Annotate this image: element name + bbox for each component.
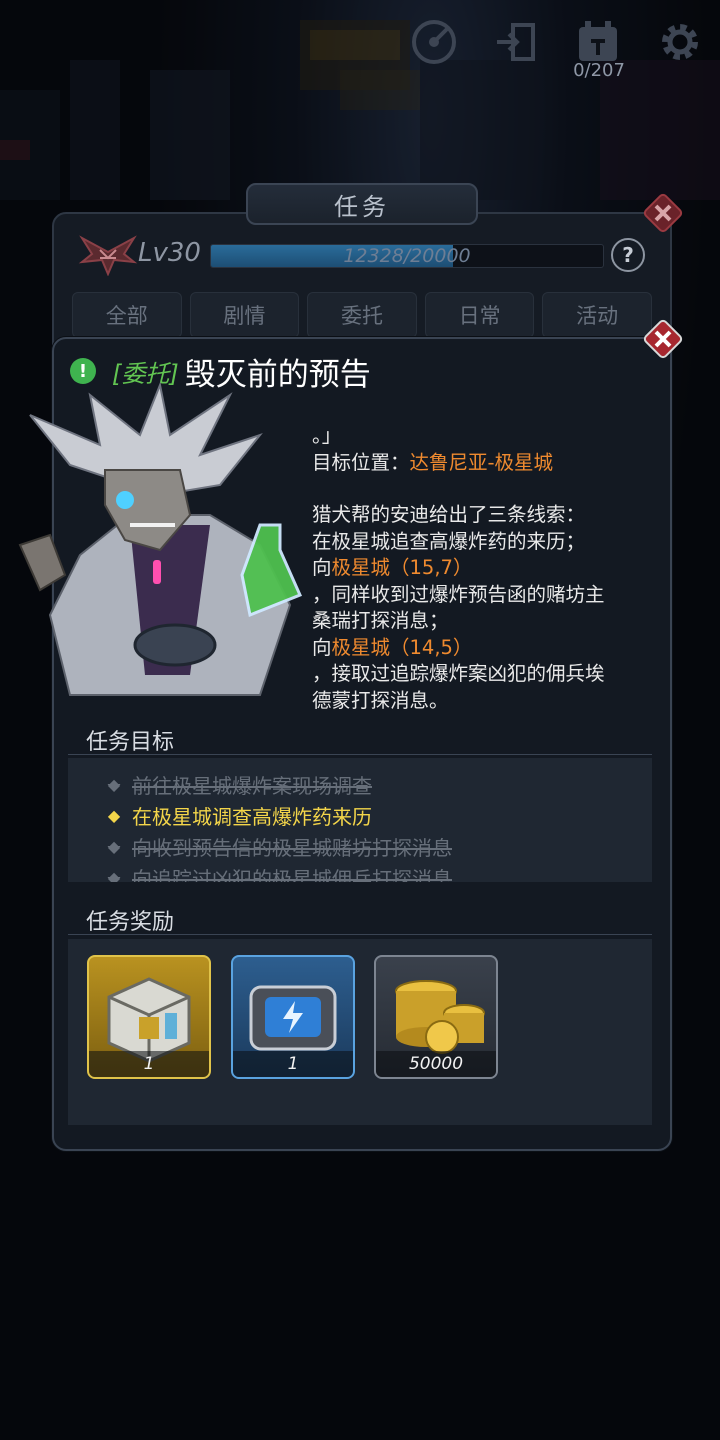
calendar-counter: 0/207 xyxy=(573,60,625,81)
target-location-row: 目标位置：达鲁尼亚-极星城 xyxy=(312,450,662,477)
objective-item-current: ◆ 在极星城调查高爆炸药来历 xyxy=(106,801,372,830)
close-window-button[interactable] xyxy=(641,191,685,235)
xp-bar: 12328/20000 xyxy=(210,244,604,268)
location-link[interactable]: 极星城（14,5） xyxy=(332,636,473,659)
desc-line: 向极星城（14,5） xyxy=(312,635,662,662)
window-title: 任务 xyxy=(246,183,478,225)
desc-line: 向极星城（15,7） xyxy=(312,555,662,582)
quest-tabs: 全部 剧情 委托 日常 活动 xyxy=(72,292,652,338)
objective-item: ◆ 向追踪过凶犯的极星城佣兵打探消息 xyxy=(106,863,452,882)
tab-event[interactable]: 活动 xyxy=(542,292,652,338)
divider xyxy=(68,754,652,755)
level-row: Lv30 12328/20000 ? xyxy=(78,232,648,276)
desc-prefix: 向 xyxy=(312,556,332,579)
objective-text: 向追踪过凶犯的极星城佣兵打探消息 xyxy=(132,867,452,882)
divider xyxy=(68,934,652,935)
objectives-list[interactable]: ◆ 前往极星城爆炸案现场调查 ◆ 在极星城调查高爆炸药来历 ◆ 向收到预告信的极星城赌… xyxy=(68,758,652,882)
close-detail-button[interactable] xyxy=(641,317,685,361)
location-link[interactable]: 极星城（15,7） xyxy=(332,556,473,579)
desc-line: 猎犬帮的安迪给出了三条线索： xyxy=(312,503,586,526)
target-location-link[interactable]: 达鲁尼亚-极星城 xyxy=(410,451,554,474)
desc-prefix: 向 xyxy=(312,635,332,659)
desc-line: 德蒙打探消息。 xyxy=(312,688,449,712)
close-icon xyxy=(643,319,683,359)
reward-count: 50000 xyxy=(376,1051,496,1077)
diamond-icon: ◆ xyxy=(107,868,121,882)
reward-count: 1 xyxy=(233,1051,353,1077)
tab-story[interactable]: 剧情 xyxy=(189,292,300,338)
desc-line: 在极星城追查高爆炸药的来历； xyxy=(312,529,586,553)
desc-line: ，同样收到过爆炸预告函的赌坊主 xyxy=(312,582,605,606)
reward-count: 1 xyxy=(89,1051,209,1077)
objective-text: 前往极星城爆炸案现场调查 xyxy=(132,774,372,798)
xp-text: 12328/20000 xyxy=(343,245,471,267)
exit-door-icon[interactable] xyxy=(488,14,544,70)
reward-slot[interactable]: 1 xyxy=(87,955,211,1079)
diamond-icon: ◆ xyxy=(107,775,121,794)
objective-text: 向收到预告信的极星城赌坊打探消息 xyxy=(132,836,452,860)
help-button[interactable]: ? xyxy=(611,238,645,272)
diamond-icon: ◆ xyxy=(107,806,121,825)
tab-all[interactable]: 全部 xyxy=(72,292,182,338)
desc-line: ，接取过追踪爆炸案凶犯的佣兵埃 xyxy=(312,662,605,685)
desc-spacer xyxy=(312,476,662,502)
objective-item: ◆ 前往极星城爆炸案现场调查 xyxy=(106,770,372,799)
target-location-label: 目标位置： xyxy=(312,450,410,474)
tab-daily[interactable]: 日常 xyxy=(424,292,535,338)
radar-icon[interactable] xyxy=(406,14,462,70)
reward-slot[interactable]: 50000 xyxy=(374,955,498,1079)
rank-emblem-icon xyxy=(78,235,138,276)
gear-icon[interactable] xyxy=(652,14,708,70)
objective-item: ◆ 向收到预告信的极星城赌坊打探消息 xyxy=(106,832,452,861)
objective-text: 在极星城调查高爆炸药来历 xyxy=(132,805,372,829)
level-label: Lv30 xyxy=(138,238,201,268)
desc-line: 桑瑞打探消息； xyxy=(312,609,449,632)
reward-slot[interactable]: 1 xyxy=(231,955,355,1079)
close-icon xyxy=(643,193,683,233)
desc-line: 。」 xyxy=(312,424,342,447)
diamond-icon: ◆ xyxy=(107,837,121,856)
quest-description: 。」 目标位置：达鲁尼亚-极星城 猎犬帮的安迪给出了三条线索： 在极星城追查高爆… xyxy=(312,423,662,714)
rewards-heading: 任务奖励 xyxy=(86,910,175,935)
objectives-heading: 任务目标 xyxy=(86,730,175,755)
scientist-portrait xyxy=(18,381,303,696)
tab-commission[interactable]: 委托 xyxy=(307,292,417,338)
